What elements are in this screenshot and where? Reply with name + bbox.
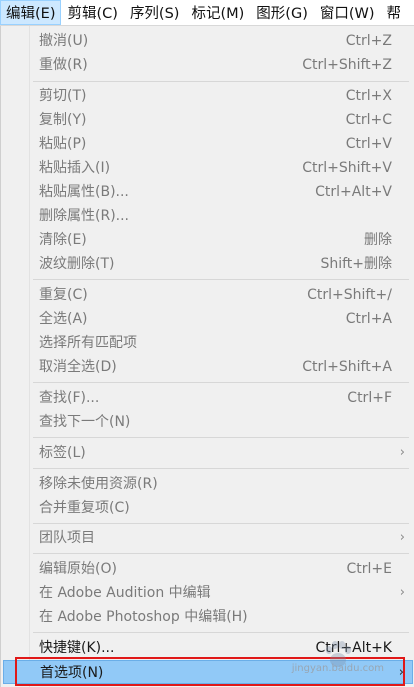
menu-item-label-submenu[interactable]: 标签(L) › (3, 441, 413, 465)
menu-item-paste[interactable]: 粘贴(P) Ctrl+V (3, 132, 413, 156)
menu-item-undo[interactable]: 撤消(U) Ctrl+Z (3, 29, 413, 53)
menu-item-label: 取消全选(D) (39, 359, 117, 375)
menu-item-remove-attributes[interactable]: 删除属性(R)... (3, 204, 413, 228)
menu-item-shortcut: Ctrl+E (346, 561, 393, 577)
menu-item-label: 团队项目 (39, 530, 95, 546)
menu-item-label: 删除属性(R)... (39, 208, 130, 224)
menu-item-label: 选择所有匹配项 (39, 335, 137, 351)
menu-item-label: 查找(F)... (39, 390, 100, 406)
menu-sequence[interactable]: 序列(S) (124, 0, 186, 25)
menu-item-select-all-matching[interactable]: 选择所有匹配项 (3, 331, 413, 355)
menu-item-label: 在 Adobe Audition 中编辑 (39, 585, 211, 601)
menu-separator (33, 437, 409, 438)
menu-separator (33, 632, 409, 633)
menu-item-remove-unused[interactable]: 移除未使用资源(R) (3, 472, 413, 496)
menu-item-redo[interactable]: 重做(R) Ctrl+Shift+Z (3, 53, 413, 77)
menu-item-shortcut: Ctrl+X (345, 88, 392, 104)
menu-item-shortcut: Ctrl+Z (345, 33, 392, 49)
menu-item-shortcut: Ctrl+C (345, 112, 392, 128)
menu-help[interactable]: 帮 (381, 0, 408, 25)
menu-clip[interactable]: 剪辑(C) (61, 0, 123, 25)
menu-item-label: 粘贴(P) (39, 136, 87, 152)
menu-bar: 编辑(E) 剪辑(C) 序列(S) 标记(M) 图形(G) 窗口(W) 帮 (0, 0, 414, 26)
menu-separator (33, 382, 409, 383)
menu-item-label: 粘贴属性(B)... (39, 184, 129, 200)
menu-markers[interactable]: 标记(M) (185, 0, 250, 25)
menu-item-label: 剪切(T) (39, 88, 87, 104)
menu-item-edit-in-audition[interactable]: 在 Adobe Audition 中编辑 › (3, 581, 413, 605)
menu-item-label: 清除(E) (39, 232, 87, 248)
menu-item-find[interactable]: 查找(F)... Ctrl+F (3, 386, 413, 410)
menu-item-shortcut: Ctrl+A (345, 311, 392, 327)
menu-item-label: 快捷键(K)... (39, 640, 115, 656)
menu-item-shortcut: Ctrl+Shift+A (302, 359, 392, 375)
watermark-text: jingyan.baidu.com (291, 663, 384, 674)
menu-item-label: 波纹删除(T) (39, 256, 115, 272)
menu-item-deselect-all[interactable]: 取消全选(D) Ctrl+Shift+A (3, 355, 413, 379)
menu-edit[interactable]: 编辑(E) (0, 0, 62, 25)
menu-separator (33, 468, 409, 469)
menu-item-copy[interactable]: 复制(Y) Ctrl+C (3, 108, 413, 132)
menu-item-label: 在 Adobe Photoshop 中编辑(H) (39, 609, 248, 625)
menu-item-label: 编辑原始(O) (39, 561, 117, 577)
menu-window[interactable]: 窗口(W) (314, 0, 381, 25)
menu-item-consolidate-duplicates[interactable]: 合并重复项(C) (3, 496, 413, 520)
menu-separator (33, 81, 409, 82)
menu-item-label: 重复(C) (39, 287, 88, 303)
menu-item-duplicate[interactable]: 重复(C) Ctrl+Shift+/ (3, 283, 413, 307)
menu-item-select-all[interactable]: 全选(A) Ctrl+A (3, 307, 413, 331)
menu-item-label: 查找下一个(N) (39, 414, 131, 430)
menu-item-shortcut: Ctrl+Shift+Z (302, 57, 392, 73)
menu-item-edit-in-photoshop[interactable]: 在 Adobe Photoshop 中编辑(H) (3, 605, 413, 629)
menu-item-team-project[interactable]: 团队项目 › (3, 526, 413, 550)
menu-separator (33, 279, 409, 280)
menu-item-shortcut: Ctrl+V (345, 136, 392, 152)
menu-item-edit-original[interactable]: 编辑原始(O) Ctrl+E (3, 557, 413, 581)
menu-item-label: 标签(L) (39, 445, 86, 461)
menu-item-label: 复制(Y) (39, 112, 87, 128)
menu-separator (33, 523, 409, 524)
edit-dropdown-menu: 撤消(U) Ctrl+Z 重做(R) Ctrl+Shift+Z 剪切(T) Ct… (0, 26, 414, 687)
menu-item-label: 粘贴插入(I) (39, 160, 111, 176)
menu-item-label: 重做(R) (39, 57, 88, 73)
menu-item-shortcut: Ctrl+Alt+V (315, 184, 392, 200)
menu-item-shortcut: Shift+删除 (320, 256, 392, 272)
menu-graphics[interactable]: 图形(G) (250, 0, 314, 25)
menu-item-shortcut: Ctrl+Shift+V (302, 160, 392, 176)
menu-item-shortcut: 删除 (364, 232, 392, 248)
menu-item-label: 首选项(N) (40, 665, 104, 681)
menu-item-find-next[interactable]: 查找下一个(N) (3, 410, 413, 434)
menu-item-label: 移除未使用资源(R) (39, 476, 158, 492)
chevron-right-icon: › (399, 530, 405, 545)
menu-item-paste-insert[interactable]: 粘贴插入(I) Ctrl+Shift+V (3, 156, 413, 180)
chevron-right-icon: › (398, 665, 404, 680)
menu-item-shortcut: Ctrl+F (347, 390, 392, 406)
menu-item-ripple-delete[interactable]: 波纹删除(T) Shift+删除 (3, 252, 413, 276)
chevron-right-icon: › (399, 445, 405, 460)
menu-item-cut[interactable]: 剪切(T) Ctrl+X (3, 84, 413, 108)
menu-separator (33, 553, 409, 554)
menu-item-paste-attributes[interactable]: 粘贴属性(B)... Ctrl+Alt+V (3, 180, 413, 204)
menu-item-label: 合并重复项(C) (39, 500, 130, 516)
menu-item-clear[interactable]: 清除(E) 删除 (3, 228, 413, 252)
chevron-right-icon: › (399, 585, 405, 600)
menu-item-label: 全选(A) (39, 311, 88, 327)
menu-item-label: 撤消(U) (39, 33, 89, 49)
menu-item-shortcut: Ctrl+Shift+/ (307, 287, 392, 303)
